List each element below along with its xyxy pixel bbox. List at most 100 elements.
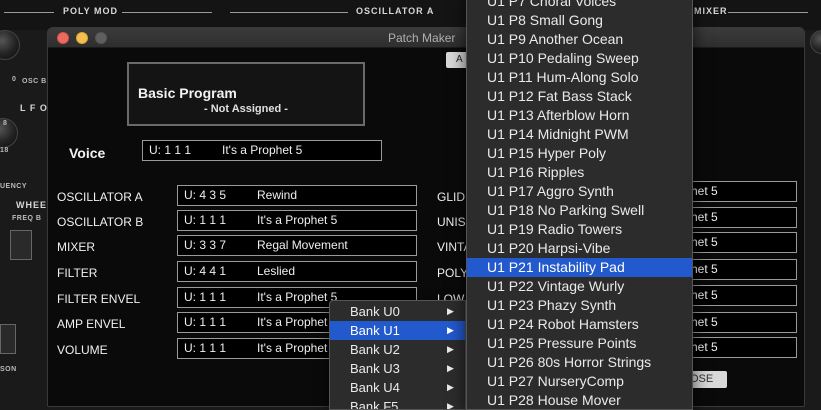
patch-item[interactable]: U1 P7 Choral Voices	[467, 0, 692, 11]
row-label-oscillator-a: OSCILLATOR A	[57, 190, 143, 204]
mixer-knob[interactable]	[810, 30, 821, 54]
bank-item-u4[interactable]: Bank U4 ▶	[330, 378, 465, 397]
close-button[interactable]: OSE	[688, 371, 727, 388]
submenu-arrow-icon: ▶	[447, 382, 454, 392]
voice-label: Voice	[69, 145, 106, 161]
knob-scale-label: 0	[12, 76, 17, 83]
bank-menu: Bank U0 ▶ Bank U1 ▶ Bank U2 ▶ Bank U3 ▶ …	[329, 300, 466, 410]
low-field[interactable]: het 5	[688, 285, 797, 306]
patch-item[interactable]: U1 P10 Pedaling Sweep	[467, 49, 692, 68]
oscillator-a-field[interactable]: U: 4 3 5 Rewind	[177, 185, 417, 206]
patch-item-label: U1 P28 House Mover	[487, 392, 621, 408]
patch-item[interactable]: U1 P26 80s Horror Strings	[467, 353, 692, 372]
patch-item[interactable]: U1 P12 Fat Bass Stack	[467, 87, 692, 106]
unison-button[interactable]	[0, 324, 16, 354]
patch-item-label: U1 P9 Another Ocean	[487, 31, 624, 47]
wheel-mod-button[interactable]	[10, 230, 32, 260]
field-name: It's a Prophet 5	[257, 315, 338, 329]
freq-b-label: FREQ B	[12, 215, 42, 222]
row-label-unison: UNIS	[437, 215, 466, 229]
oscillator-b-field[interactable]: U: 1 1 1 It's a Prophet 5	[177, 210, 417, 231]
section-label-poly-mod: POLY MOD	[63, 6, 119, 16]
poly-mod-knob[interactable]	[0, 30, 20, 60]
bank-item-label: Bank U3	[350, 361, 400, 376]
patch-item[interactable]: U1 P17 Aggro Synth	[467, 182, 692, 201]
field-code: U: 1 1 1	[184, 341, 227, 355]
bank-item-u0[interactable]: Bank U0 ▶	[330, 302, 465, 321]
patch-item[interactable]: U1 P15 Hyper Poly	[467, 144, 692, 163]
vintage-field[interactable]: het 5	[688, 232, 797, 253]
field-name: Leslied	[257, 264, 296, 278]
minimize-window-icon[interactable]	[76, 32, 88, 44]
patch-item-label: U1 P13 Afterblow Horn	[487, 107, 630, 123]
divider-line	[4, 12, 54, 13]
bank-item-u2[interactable]: Bank U2 ▶	[330, 340, 465, 359]
zoom-window-icon[interactable]	[95, 32, 107, 44]
row-label-oscillator-b: OSCILLATOR B	[57, 215, 144, 229]
field-name: It's a Prophet 5	[257, 213, 338, 227]
patch-item-label: U1 P24 Robot Hamsters	[487, 316, 639, 332]
patch-item-label: U1 P11 Hum-Along Solo	[487, 69, 639, 85]
row-label-glide: GLID	[437, 190, 466, 204]
patch-item-label: U1 P19 Radio Towers	[487, 221, 623, 237]
patch-item-selected[interactable]: U1 P21 Instability Pad	[467, 258, 692, 277]
patch-item-label: U1 P21 Instability Pad	[487, 259, 625, 275]
patch-item[interactable]: U1 P28 House Mover	[467, 391, 692, 409]
patch-item[interactable]: U1 P19 Radio Towers	[467, 220, 692, 239]
bank-item-label: Bank F5	[350, 399, 399, 410]
patch-item[interactable]: U1 P9 Another Ocean	[467, 30, 692, 49]
submenu-arrow-icon: ▶	[447, 401, 454, 410]
patch-item-label: U1 P18 No Parking Swell	[487, 202, 645, 218]
bank-item-f5[interactable]: Bank F5 ▶	[330, 397, 465, 410]
submenu-arrow-icon: ▶	[447, 306, 454, 316]
bank-item-label: Bank U2	[350, 342, 400, 357]
divider-line	[230, 12, 348, 13]
row-label-amp-envel: AMP ENVEL	[57, 317, 126, 331]
field-name: It's a Prophet 5	[257, 341, 338, 355]
unison-field[interactable]: het 5	[688, 207, 797, 228]
patch-item[interactable]: U1 P25 Pressure Points	[467, 334, 692, 353]
patch-item-label: U1 P27 NurseryComp	[487, 373, 624, 389]
row-label-mixer: MIXER	[57, 240, 96, 254]
right-field-7[interactable]: het 5	[688, 337, 797, 358]
submenu-arrow-icon: ▶	[447, 325, 454, 335]
field-code: U: 1 1 1	[184, 315, 227, 329]
patch-menu: U1 P7 Choral Voices U1 P8 Small Gong U1 …	[466, 0, 693, 410]
patch-item[interactable]: U1 P14 Midnight PWM	[467, 125, 692, 144]
glide-field[interactable]: het 5	[688, 181, 797, 202]
patch-item-label: U1 P16 Ripples	[487, 164, 585, 180]
patch-item-label: U1 P23 Phazy Synth	[487, 297, 617, 313]
row-label-volume: VOLUME	[57, 343, 108, 357]
patch-item[interactable]: U1 P13 Afterblow Horn	[467, 106, 692, 125]
voice-field[interactable]: U: 1 1 1 It's a Prophet 5	[142, 140, 382, 161]
patch-item-label: U1 P8 Small Gong	[487, 12, 603, 28]
patch-item-label: U1 P25 Pressure Points	[487, 335, 637, 351]
patch-item[interactable]: U1 P20 Harpsi-Vibe	[467, 239, 692, 258]
field-name: Rewind	[257, 188, 298, 202]
mixer-field[interactable]: U: 3 3 7 Regal Movement	[177, 235, 417, 256]
bank-item-u3[interactable]: Bank U3 ▶	[330, 359, 465, 378]
field-code: U: 1 1 1	[184, 290, 227, 304]
patch-item[interactable]: U1 P22 Vintage Wurly	[467, 277, 692, 296]
bank-item-u1[interactable]: Bank U1 ▶	[330, 321, 465, 340]
knob-scale-label: 18	[0, 147, 9, 154]
field-name: It's a Prophet 5	[257, 290, 338, 304]
patch-item[interactable]: U1 P11 Hum-Along Solo	[467, 68, 692, 87]
patch-item[interactable]: U1 P16 Ripples	[467, 163, 692, 182]
close-window-icon[interactable]	[57, 32, 69, 44]
patch-item[interactable]: U1 P24 Robot Hamsters	[467, 315, 692, 334]
field-code: U: 1 1 1	[184, 213, 227, 227]
patch-item-label: U1 P20 Harpsi-Vibe	[487, 240, 611, 256]
patch-item[interactable]: U1 P23 Phazy Synth	[467, 296, 692, 315]
patch-item-label: U1 P12 Fat Bass Stack	[487, 88, 632, 104]
poly-field[interactable]: het 5	[688, 259, 797, 280]
patch-item-label: U1 P10 Pedaling Sweep	[487, 50, 639, 66]
patch-item[interactable]: U1 P27 NurseryComp	[467, 372, 692, 391]
patch-item[interactable]: U1 P18 No Parking Swell	[467, 201, 692, 220]
unison-label: SON	[0, 366, 17, 373]
filter-field[interactable]: U: 4 4 1 Leslied	[177, 261, 417, 282]
section-label-mixer: MIXER	[694, 6, 728, 16]
right-field-6[interactable]: het 5	[688, 312, 797, 333]
submenu-arrow-icon: ▶	[447, 363, 454, 373]
patch-item[interactable]: U1 P8 Small Gong	[467, 11, 692, 30]
